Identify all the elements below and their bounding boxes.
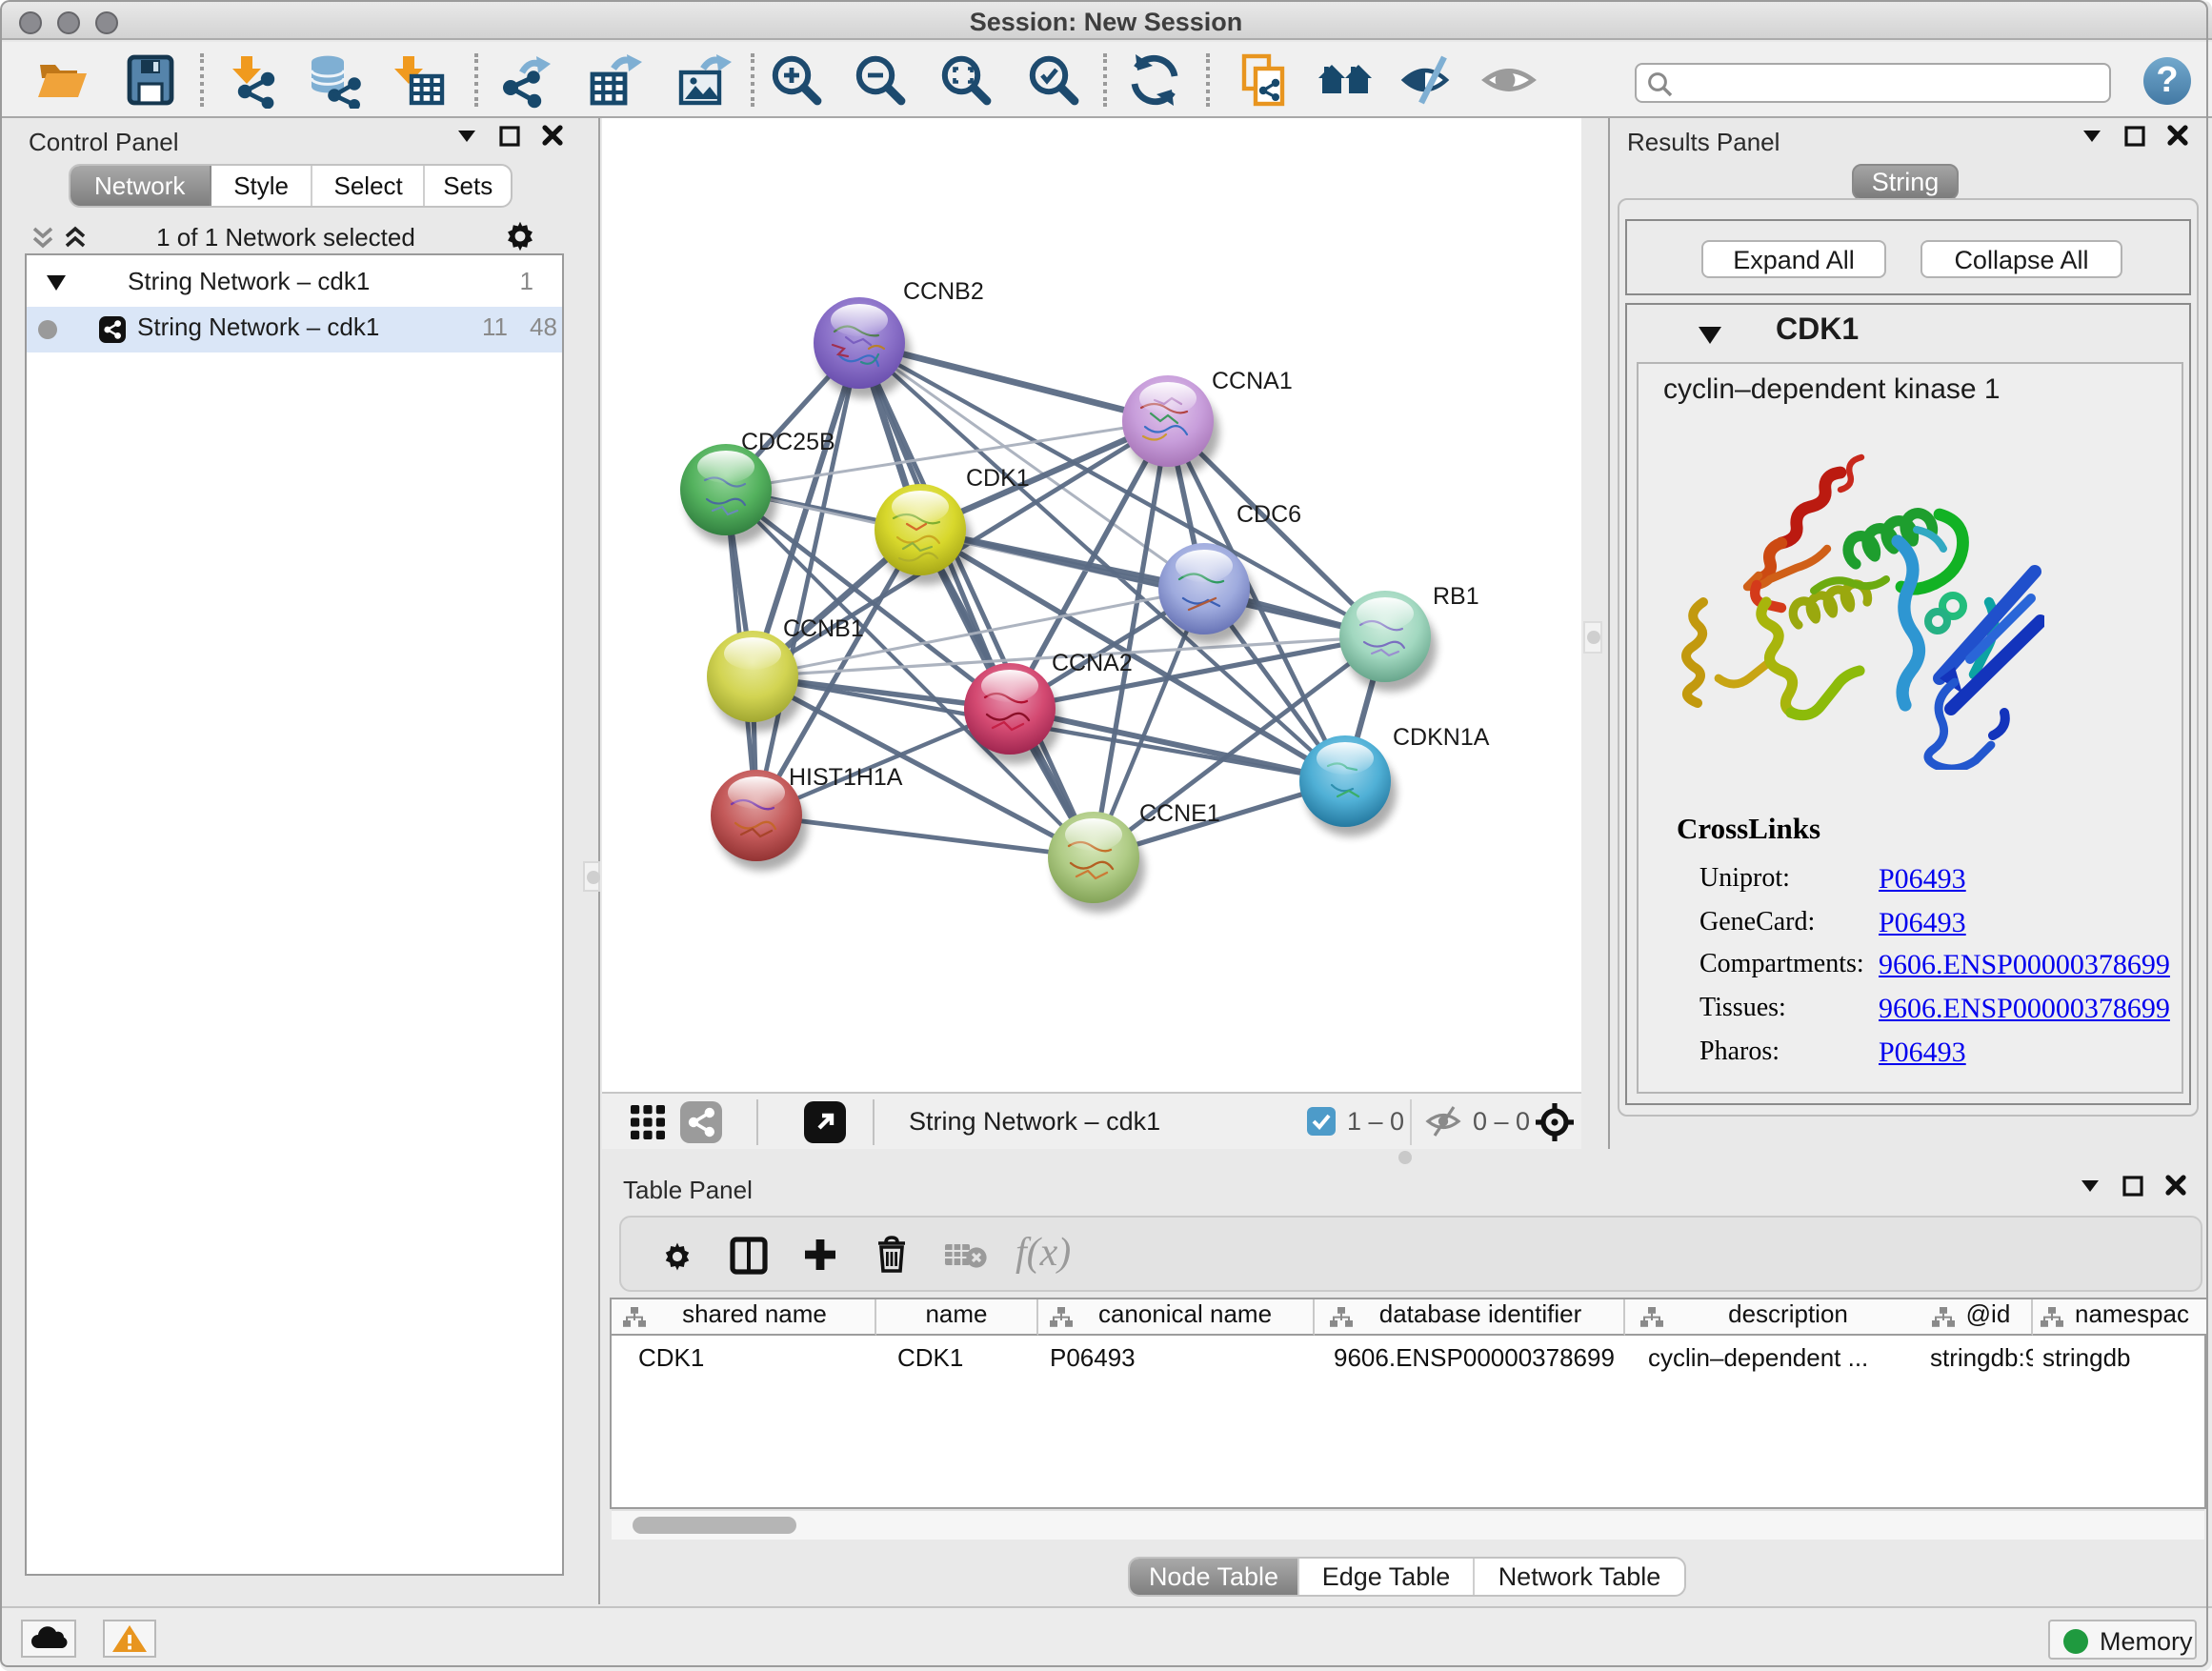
svg-text:RB1: RB1 bbox=[1433, 583, 1479, 610]
svg-text:CCNA2: CCNA2 bbox=[1052, 650, 1133, 676]
svg-text:HIST1H1A: HIST1H1A bbox=[789, 764, 903, 791]
svg-text:CDK1: CDK1 bbox=[966, 465, 1030, 492]
svg-text:CCNA1: CCNA1 bbox=[1212, 368, 1293, 394]
svg-text:CCNE1: CCNE1 bbox=[1139, 800, 1220, 827]
svg-text:CDC6: CDC6 bbox=[1237, 501, 1301, 528]
svg-text:CCNB2: CCNB2 bbox=[903, 278, 984, 305]
svg-text:CDKN1A: CDKN1A bbox=[1393, 724, 1490, 751]
svg-text:CCNB1: CCNB1 bbox=[783, 615, 864, 642]
svg-text:CDC25B: CDC25B bbox=[741, 429, 835, 455]
